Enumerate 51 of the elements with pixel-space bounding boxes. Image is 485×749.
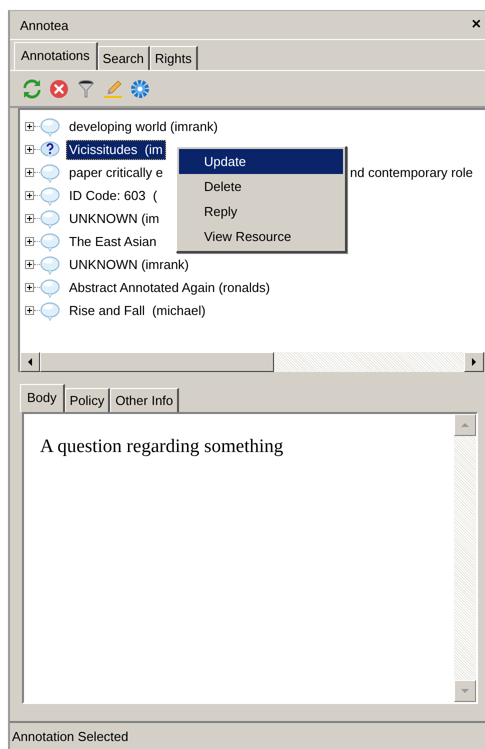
speech-bubble-icon <box>40 232 60 252</box>
speech-bubble-icon <box>40 186 60 206</box>
tree-item[interactable]: Abstract Annotated Again (ronalds) <box>66 278 273 298</box>
scroll-left-button[interactable] <box>20 352 40 372</box>
expand-icon[interactable] <box>25 145 34 154</box>
gear-icon[interactable] <box>130 79 150 99</box>
scroll-up-button[interactable] <box>454 414 476 436</box>
tree-item[interactable]: paper critically e <box>66 162 166 182</box>
speech-bubble-icon <box>40 116 60 136</box>
speech-bubble-icon <box>40 278 60 298</box>
speech-bubble-icon <box>40 254 60 274</box>
expand-icon[interactable] <box>25 260 34 269</box>
tab[interactable]: Policy <box>64 388 110 412</box>
speech-bubble-icon <box>40 162 60 182</box>
question-bubble-icon <box>40 140 60 160</box>
tree-item-text: nd contemporary role <box>350 165 473 180</box>
tab[interactable]: Rights <box>150 46 198 70</box>
tab[interactable]: Body <box>20 384 65 412</box>
tree-item[interactable]: The East Asian <box>66 232 160 252</box>
speech-bubble-icon <box>40 208 60 228</box>
expand-icon[interactable] <box>25 214 34 223</box>
window-title: Annotea <box>20 18 68 32</box>
pencil-icon[interactable] <box>103 79 123 99</box>
tree-item[interactable]: UNKNOWN (imrank) <box>66 254 192 274</box>
tab[interactable]: Annotations <box>14 42 98 70</box>
tree-item[interactable]: ID Code: 603 ( <box>66 186 160 206</box>
scrollbar-thumb[interactable] <box>40 352 274 372</box>
expand-icon[interactable] <box>25 122 34 131</box>
tree-item[interactable]: Rise and Fall (michael) <box>66 300 209 320</box>
filter-icon[interactable] <box>76 79 96 99</box>
expand-icon[interactable] <box>25 237 34 246</box>
delete-icon[interactable] <box>49 79 69 99</box>
scroll-right-button[interactable] <box>464 352 484 372</box>
tree-item[interactable]: Vicissitudes (im <box>66 140 166 160</box>
expand-icon[interactable] <box>25 283 34 292</box>
tree-item[interactable]: UNKNOWN (im <box>66 208 162 228</box>
tab[interactable]: Other Info <box>110 388 180 412</box>
body-text: A question regarding something <box>40 436 284 458</box>
menu-item[interactable]: Update <box>179 149 343 174</box>
expand-icon[interactable] <box>25 168 34 177</box>
menu-item[interactable]: Reply <box>179 199 343 224</box>
close-button[interactable]: × <box>472 16 481 34</box>
menu-item[interactable]: View Resource <box>179 224 343 249</box>
expand-icon[interactable] <box>25 306 34 315</box>
speech-bubble-icon <box>40 300 60 320</box>
menu-item[interactable]: Delete <box>179 174 343 199</box>
tab[interactable]: Search <box>98 46 150 70</box>
status-text: Annotation Selected <box>12 728 128 744</box>
scroll-down-button[interactable] <box>454 680 476 702</box>
expand-icon[interactable] <box>25 191 34 200</box>
tree-item[interactable]: developing world (imrank) <box>66 116 221 136</box>
